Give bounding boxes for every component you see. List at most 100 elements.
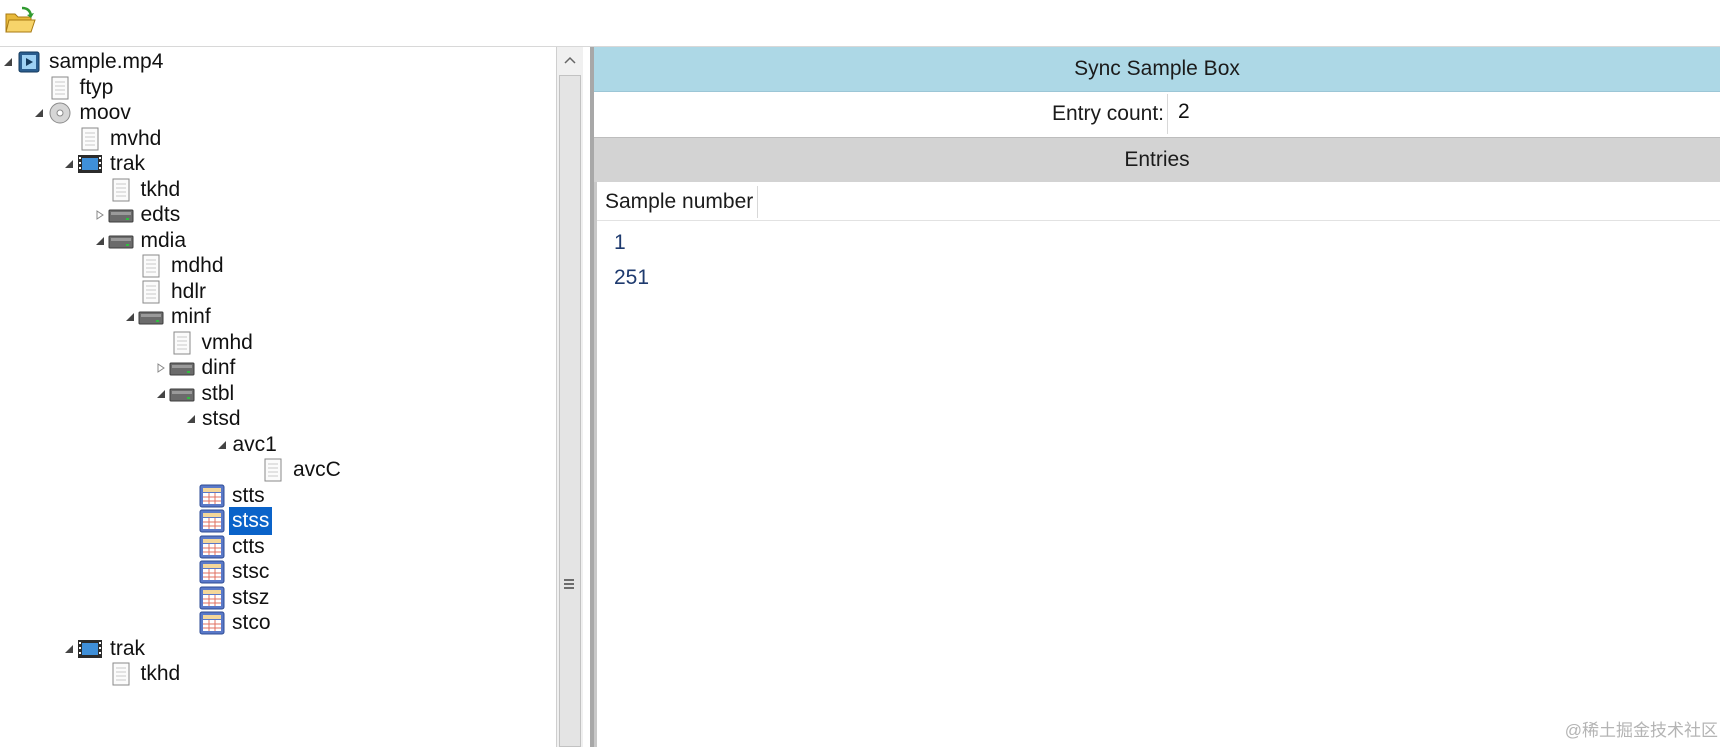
tree-item-label: sample.mp4 <box>49 50 164 73</box>
entry-count-value[interactable]: 2 <box>1167 94 1720 134</box>
box-tree[interactable]: sample.mp4 ftyp moov mvhd trak tkhd edts mdia md… <box>0 47 556 747</box>
tree-item-stss[interactable]: stss <box>183 507 273 535</box>
toolbar <box>0 0 1720 47</box>
expanded-arrow-icon[interactable] <box>61 635 77 663</box>
tree-item-label: mdia <box>140 228 187 252</box>
video-file-icon <box>16 49 42 75</box>
tree-item-stbl[interactable]: stbl <box>153 380 238 408</box>
tree-item-ctts[interactable]: ctts <box>183 533 268 561</box>
tree-item-stco[interactable]: stco <box>183 609 274 637</box>
film-icon <box>77 636 103 662</box>
scroll-up-button[interactable] <box>557 47 583 73</box>
column-header-sample-number[interactable]: Sample number <box>605 186 759 218</box>
expanded-arrow-icon[interactable] <box>92 227 108 255</box>
grid-cell[interactable]: 1 <box>614 226 626 260</box>
table-icon <box>199 610 225 636</box>
tree-item-vmhd[interactable]: vmhd <box>153 329 256 357</box>
entries-header: Entries <box>594 137 1720 183</box>
tree-item-label: stsc <box>232 560 270 583</box>
tree-item-label: stbl <box>201 381 235 405</box>
tree-item-label: vmhd <box>201 330 253 354</box>
document-icon <box>138 253 164 279</box>
tree-item-avcC[interactable]: avcC <box>244 456 344 484</box>
tree-item-stsd[interactable]: stsd <box>183 405 244 433</box>
toggle-spacer <box>92 176 108 204</box>
drive-icon <box>138 304 164 330</box>
document-icon <box>138 279 164 305</box>
tree-item-mdhd[interactable]: mdhd <box>122 252 227 280</box>
tree-item-tkhd[interactable]: tkhd <box>92 660 184 688</box>
tree-item-dinf[interactable]: dinf <box>153 354 239 382</box>
collapsed-arrow-icon[interactable] <box>92 201 108 229</box>
tree-item-tkhd[interactable]: tkhd <box>92 176 184 204</box>
toggle-spacer <box>183 558 199 586</box>
tree-item-label: tkhd <box>140 662 181 685</box>
tree-item-stsz[interactable]: stsz <box>183 584 272 612</box>
tree-item-label: minf <box>171 305 211 328</box>
tree-item-label: trak <box>110 636 146 660</box>
tree-item-mdia[interactable]: mdia <box>92 227 190 255</box>
tree-item-label: ctts <box>232 534 265 558</box>
tree-item-edts[interactable]: edts <box>92 201 184 229</box>
expanded-arrow-icon[interactable] <box>183 405 199 433</box>
tree-item-moov[interactable]: moov <box>31 99 134 127</box>
toggle-spacer <box>31 74 47 102</box>
tree-item-minf[interactable]: minf <box>122 303 214 331</box>
table-icon <box>199 508 225 534</box>
tree-item-label: ftyp <box>79 75 114 99</box>
toggle-spacer <box>183 507 199 535</box>
grid-cell[interactable]: 251 <box>614 261 649 295</box>
document-icon <box>47 75 73 101</box>
expanded-arrow-icon[interactable] <box>153 380 169 408</box>
entry-count-label: Entry count: <box>1051 102 1164 125</box>
scroll-thumb[interactable] <box>559 75 581 747</box>
tree-scrollbar[interactable] <box>556 47 583 747</box>
drive-icon <box>108 202 134 228</box>
tree-item-label: avcC <box>293 458 341 481</box>
tree-item-label: trak <box>110 152 146 175</box>
document-icon <box>108 177 134 203</box>
tree-item-avc1[interactable]: avc1 <box>214 431 280 459</box>
tree-item-trak[interactable]: trak <box>61 150 148 178</box>
toggle-spacer <box>244 456 260 484</box>
table-icon <box>199 585 225 611</box>
grid-header-divider <box>597 220 1720 221</box>
tree-item-label: moov <box>79 101 131 124</box>
tree-item-label: hdlr <box>171 279 207 303</box>
tree-item-ftyp[interactable]: ftyp <box>31 74 117 102</box>
entries-grid[interactable]: Sample number 1 251 <box>594 182 1720 747</box>
tree-item-hdlr[interactable]: hdlr <box>122 278 209 306</box>
tree-item-sample.mp4[interactable]: sample.mp4 <box>0 48 166 76</box>
expanded-arrow-icon[interactable] <box>214 431 230 459</box>
expanded-arrow-icon[interactable] <box>61 150 77 178</box>
box-title: Sync Sample Box <box>594 47 1720 92</box>
tree-item-trak[interactable]: trak <box>61 635 148 663</box>
tree-item-label: tkhd <box>140 177 181 201</box>
expanded-arrow-icon[interactable] <box>122 303 138 331</box>
toggle-spacer <box>183 482 199 510</box>
toggle-spacer <box>92 660 108 688</box>
expanded-arrow-icon[interactable] <box>0 48 16 76</box>
tree-item-stts[interactable]: stts <box>183 482 268 510</box>
collapsed-arrow-icon[interactable] <box>153 354 169 382</box>
tree-item-label: edts <box>140 203 181 226</box>
detail-pane: Sync Sample Box Entry count: 2 Entries S… <box>594 47 1720 747</box>
tree-item-mvhd[interactable]: mvhd <box>61 125 164 153</box>
disc-icon <box>47 100 73 126</box>
toggle-spacer <box>183 609 199 637</box>
toggle-spacer <box>61 125 77 153</box>
document-icon <box>108 661 134 687</box>
open-file-button[interactable] <box>4 6 36 36</box>
toggle-spacer <box>183 584 199 612</box>
folder-open-icon <box>5 6 36 33</box>
tree-item-label: stsz <box>232 585 270 609</box>
tree-item-stsc[interactable]: stsc <box>183 558 272 586</box>
expanded-arrow-icon[interactable] <box>31 99 47 127</box>
table-icon <box>199 483 225 509</box>
tree-item-label: stts <box>232 483 265 507</box>
film-icon <box>77 151 103 177</box>
document-icon <box>169 330 195 356</box>
grip-icon[interactable] <box>562 577 576 591</box>
tree-item-label: stsd <box>202 407 241 430</box>
drive-icon <box>169 355 195 381</box>
